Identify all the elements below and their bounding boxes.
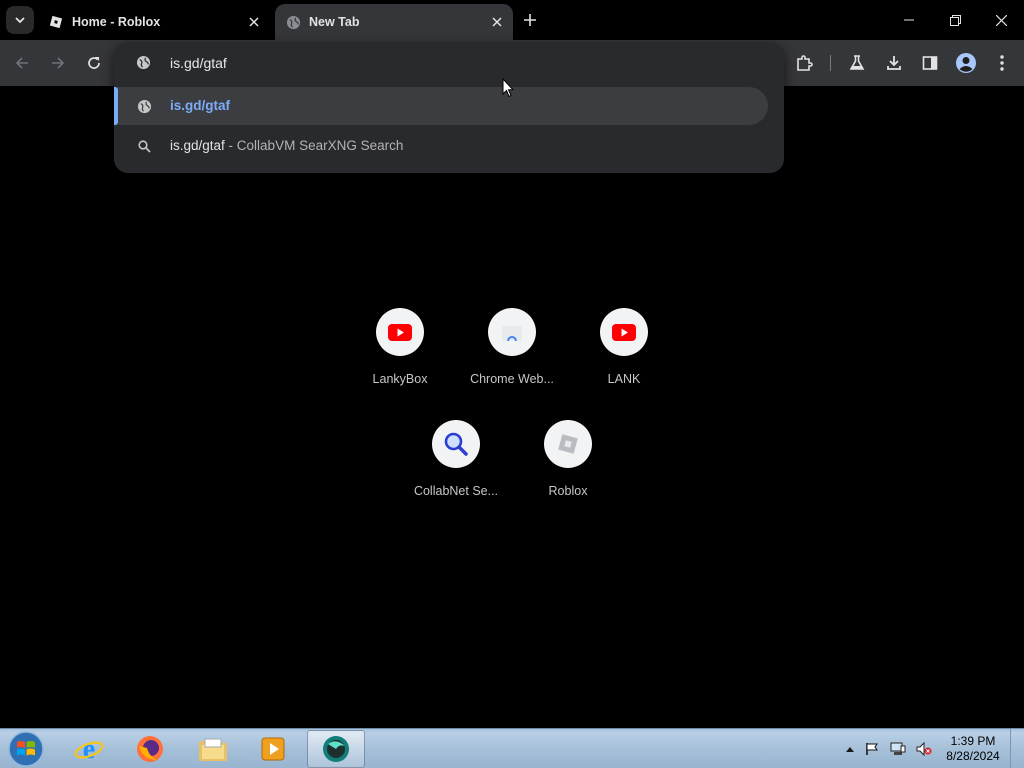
taskbar-internet-explorer[interactable]: e: [60, 730, 118, 768]
shortcut-tile[interactable]: CollabNet Se...: [400, 420, 512, 512]
file-explorer-icon: [199, 738, 227, 761]
menu-button[interactable]: [988, 49, 1016, 77]
mouse-cursor-icon: [502, 78, 514, 98]
labs-button[interactable]: [843, 49, 871, 77]
svg-text:e: e: [83, 734, 95, 764]
globe-icon: [136, 55, 151, 75]
back-button[interactable]: [9, 50, 35, 76]
shortcut-tile[interactable]: Chrome Web...: [456, 308, 568, 400]
show-hidden-icons-arrow[interactable]: [842, 741, 858, 757]
roblox-icon: [544, 420, 592, 468]
tab-new-tab[interactable]: New Tab: [275, 4, 513, 40]
shortcut-tile[interactable]: Roblox: [512, 420, 624, 512]
suggestion-text: is.gd/gtaf: [170, 98, 230, 113]
minimize-button[interactable]: [886, 0, 932, 40]
media-player-icon: [261, 737, 285, 761]
shortcut-tile[interactable]: LANK: [568, 308, 680, 400]
tab-home-roblox[interactable]: Home - Roblox: [38, 4, 270, 40]
extensions-button[interactable]: [790, 49, 818, 77]
toolbar-divider: [830, 55, 831, 71]
globe-icon: [285, 14, 301, 30]
network-icon[interactable]: [890, 741, 906, 757]
forward-button[interactable]: [45, 50, 71, 76]
youtube-icon: [376, 308, 424, 356]
omnibox-popup: is.gd/gtaf is.gd/gtaf - CollabVM SearXNG…: [114, 42, 784, 173]
flask-icon: [849, 55, 865, 70]
suggestion-description: - CollabVM SearXNG Search: [224, 138, 404, 153]
plus-icon: [524, 14, 536, 26]
puzzle-icon: [797, 55, 813, 71]
restore-icon: [949, 14, 961, 26]
start-button[interactable]: [4, 730, 48, 768]
reload-button[interactable]: [81, 50, 107, 76]
taskbar-firefox[interactable]: [121, 730, 179, 768]
shortcut-label: Chrome Web...: [470, 372, 554, 386]
show-desktop-button[interactable]: [1010, 729, 1024, 768]
reload-icon: [88, 57, 100, 69]
profile-button[interactable]: [952, 49, 980, 77]
taskbar-clock[interactable]: 1:39 PM 8/28/2024: [940, 734, 1006, 764]
tab-search-button[interactable]: [6, 6, 34, 34]
avatar-icon: [956, 53, 976, 73]
internet-explorer-icon: e: [74, 734, 104, 764]
chrome-web-store-icon: [488, 308, 536, 356]
chevron-down-icon: [15, 17, 25, 24]
globe-icon: [136, 98, 152, 114]
side-panel-button[interactable]: [916, 49, 944, 77]
close-icon: [995, 14, 1007, 26]
address-bar-input[interactable]: [170, 55, 670, 71]
shortcut-tile[interactable]: LankyBox: [344, 308, 456, 400]
tab-strip: Home - Roblox New Tab: [0, 0, 1024, 40]
downloads-button[interactable]: [880, 49, 908, 77]
more-vert-icon: [1000, 55, 1004, 71]
shortcut-label: LankyBox: [372, 372, 428, 386]
taskbar-file-explorer[interactable]: [184, 730, 242, 768]
magnifier-icon: [432, 420, 480, 468]
taskbar: e 1:39 PM 8/28/2024: [0, 728, 1024, 768]
download-icon: [887, 56, 901, 70]
taskbar-browser[interactable]: [307, 730, 365, 768]
clock-date: 8/28/2024: [946, 749, 1000, 763]
tab-title: Home - Roblox: [72, 15, 161, 29]
roblox-icon: [48, 14, 64, 30]
close-tab-icon[interactable]: [487, 12, 507, 32]
restore-button[interactable]: [932, 0, 978, 40]
windows-start-icon: [8, 731, 44, 767]
new-tab-button[interactable]: [518, 8, 542, 32]
tab-title: New Tab: [309, 15, 360, 29]
close-window-button[interactable]: [978, 0, 1024, 40]
omnibox-suggestion-search[interactable]: is.gd/gtaf - CollabVM SearXNG Search: [114, 127, 768, 165]
suggestion-query: is.gd/gtaf: [170, 138, 225, 153]
omnibox-suggestion-url[interactable]: is.gd/gtaf: [114, 87, 768, 125]
youtube-icon: [600, 308, 648, 356]
arrow-right-icon: [52, 57, 65, 69]
clock-time: 1:39 PM: [950, 734, 996, 748]
search-icon: [136, 138, 152, 154]
side-panel-icon: [922, 56, 938, 70]
omnibox-input-row: [114, 42, 784, 84]
browser-icon: [323, 736, 349, 762]
volume-muted-icon[interactable]: [916, 741, 932, 757]
action-center-flag-icon[interactable]: [864, 741, 880, 757]
shortcut-label: Roblox: [548, 484, 588, 498]
firefox-icon: [137, 736, 163, 762]
shortcut-label: LANK: [607, 372, 641, 386]
taskbar-media-player[interactable]: [244, 730, 302, 768]
suggestion-text: is.gd/gtaf - CollabVM SearXNG Search: [170, 138, 403, 153]
shortcut-label: CollabNet Se...: [413, 484, 499, 498]
close-tab-icon[interactable]: [244, 12, 264, 32]
arrow-left-icon: [15, 57, 28, 69]
minimize-icon: [904, 19, 914, 21]
